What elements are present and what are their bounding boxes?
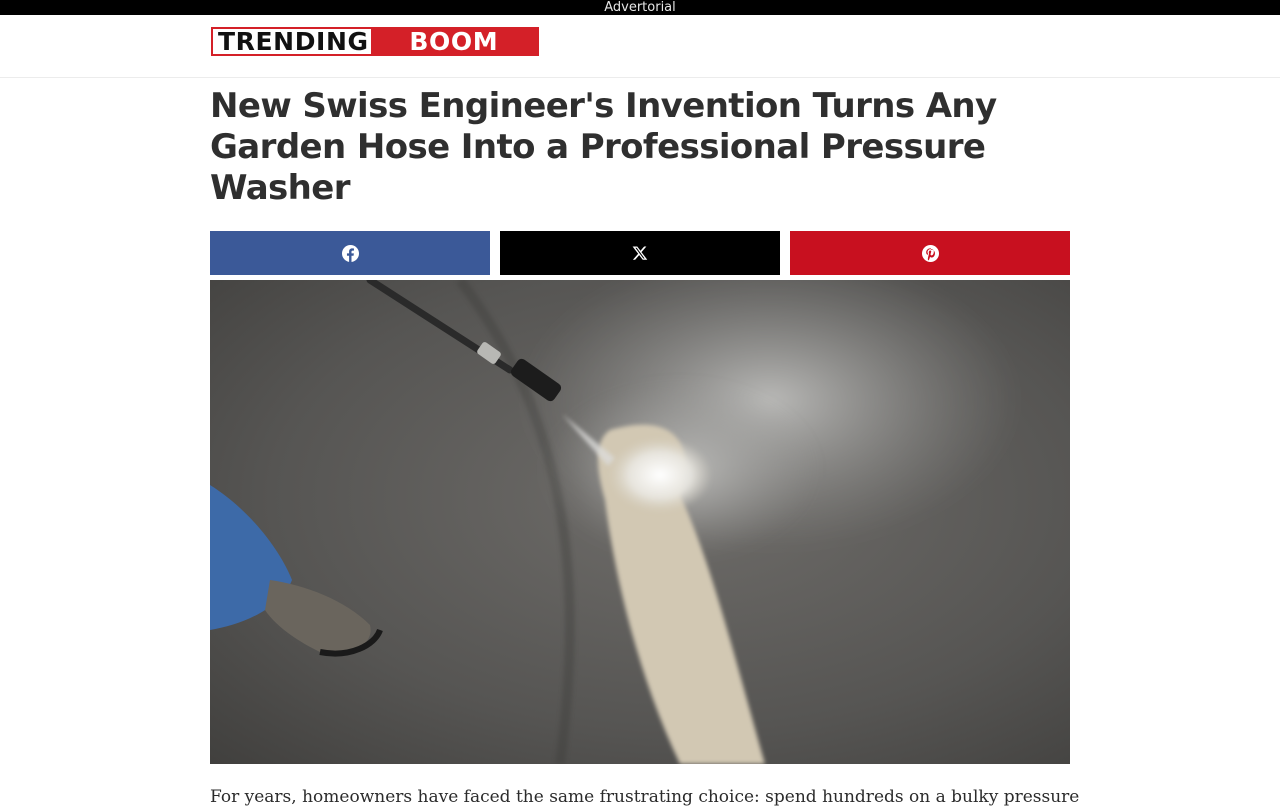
share-x-button[interactable]: [500, 231, 780, 275]
logo-text-boom: BOOM: [370, 29, 537, 54]
logo-text-trending: TRENDING: [218, 27, 369, 56]
advertorial-bar: Advertorial: [0, 0, 1280, 15]
share-facebook-button[interactable]: [210, 231, 490, 275]
hero-image-pressure-washing: [210, 280, 1070, 764]
advertorial-label: Advertorial: [604, 0, 676, 15]
site-logo[interactable]: TRENDING BOOM: [211, 27, 539, 56]
article-intro-paragraph: For years, homeowners have faced the sam…: [210, 787, 1080, 807]
facebook-icon: [341, 244, 359, 262]
article-title: New Swiss Engineer's Invention Turns Any…: [210, 86, 997, 208]
site-header: TRENDING BOOM: [0, 15, 1280, 78]
hero-illustration: [210, 280, 1070, 764]
share-pinterest-button[interactable]: [790, 231, 1070, 275]
pinterest-icon: [921, 244, 939, 262]
x-icon: [632, 245, 648, 261]
